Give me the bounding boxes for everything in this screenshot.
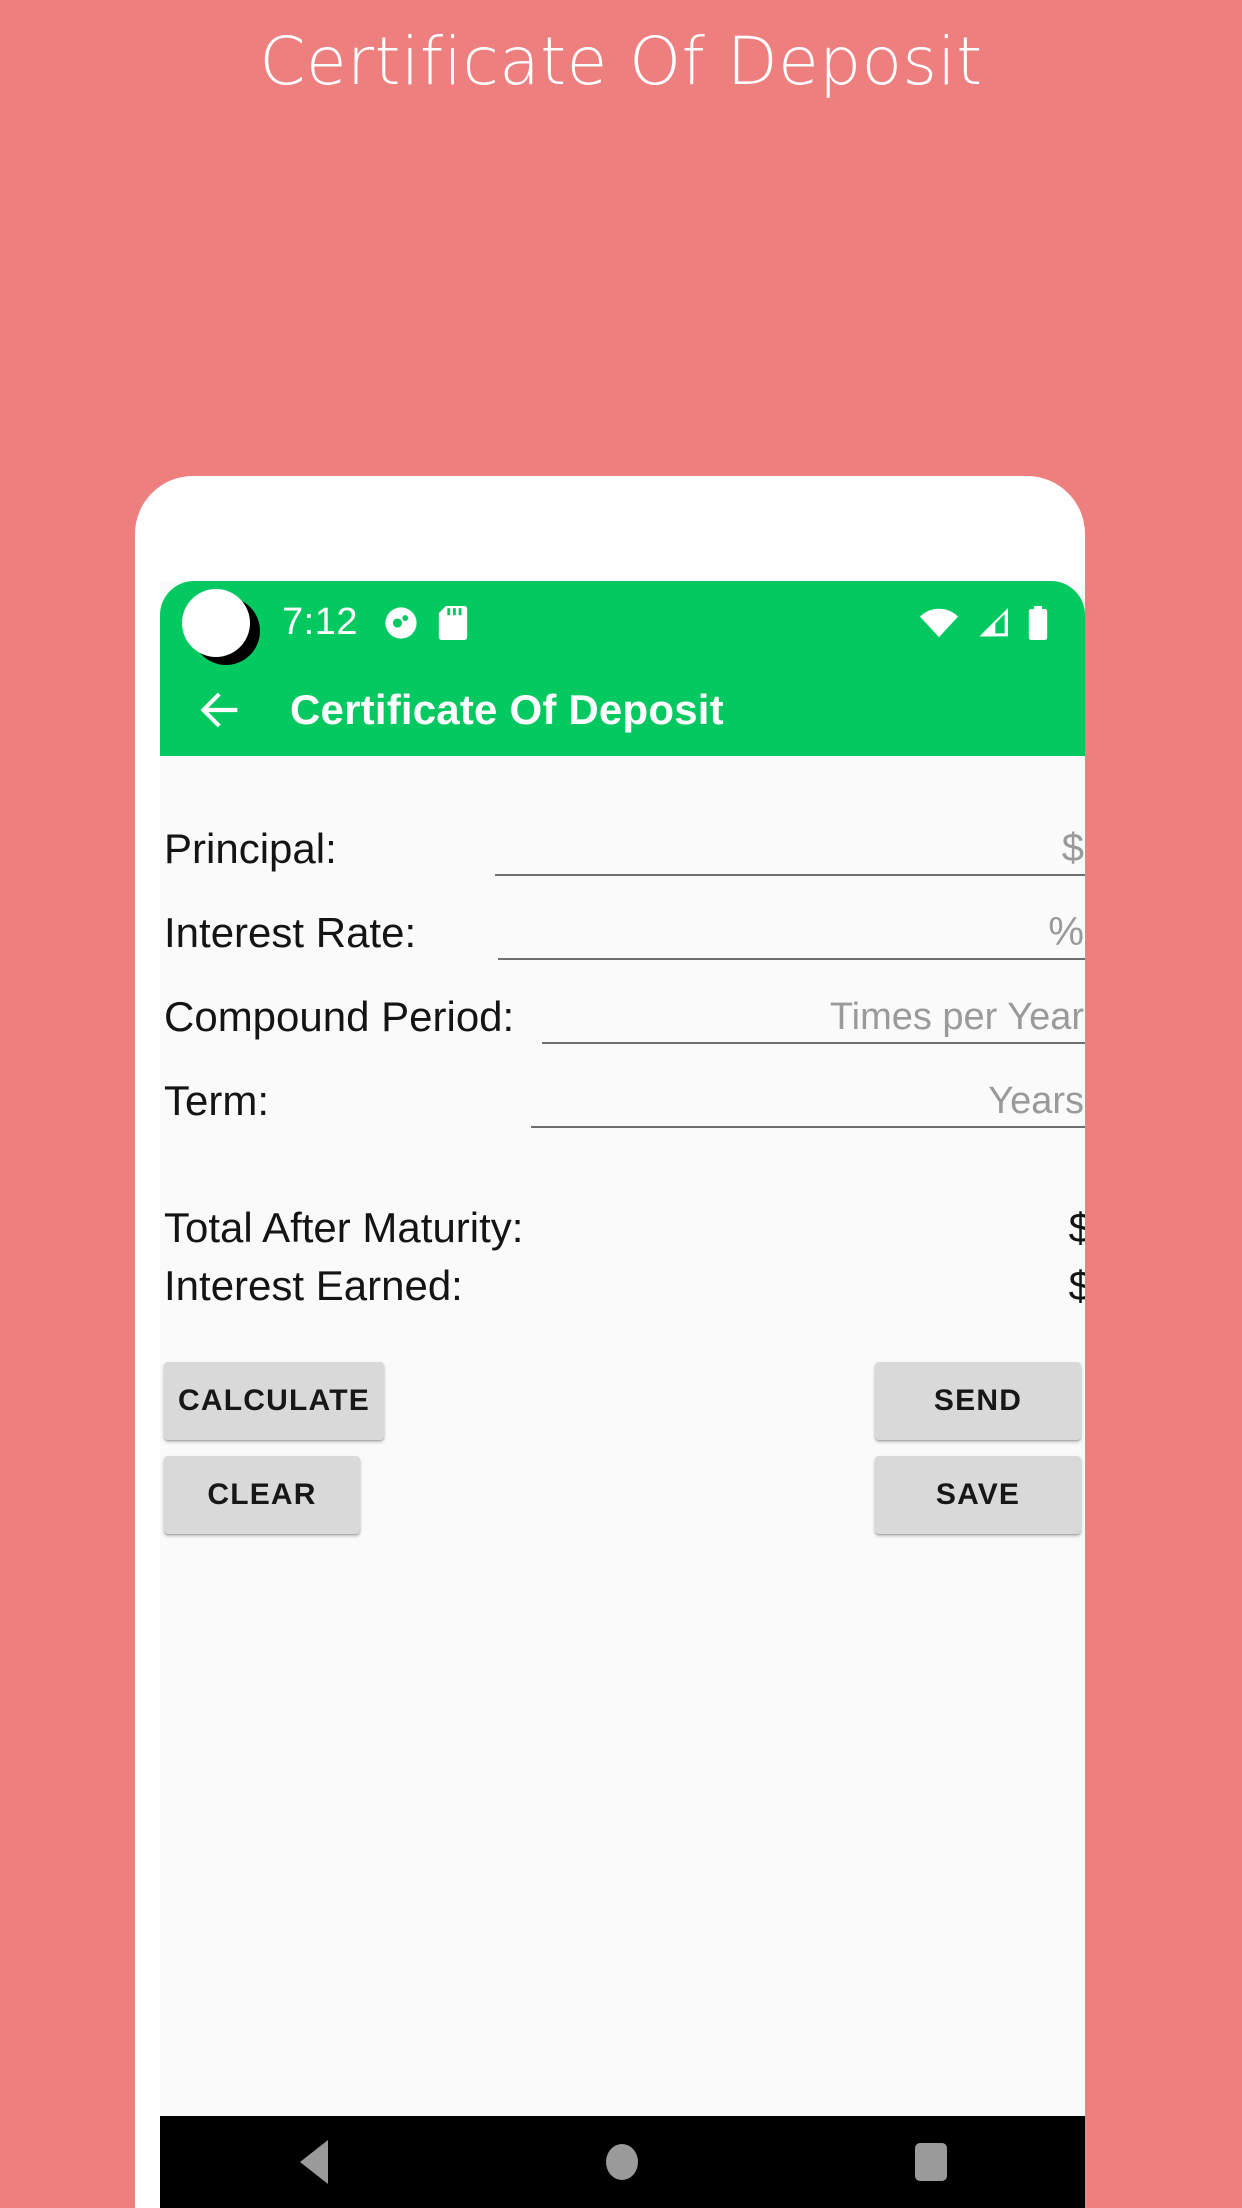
term-hint: Years xyxy=(988,1080,1084,1122)
app-bar-title: Certificate Of Deposit xyxy=(290,686,724,733)
app-circle-icon xyxy=(385,606,417,639)
results-section: Total After Maturity: $ Interest Earned:… xyxy=(160,1204,1085,1320)
android-navigation-bar xyxy=(160,2116,1085,2208)
compound-period-hint: Times per Year xyxy=(829,996,1084,1038)
nav-back-button[interactable] xyxy=(254,2116,374,2208)
total-after-maturity-value: $ xyxy=(1068,1204,1085,1251)
status-bar: 7:12 xyxy=(160,581,1085,665)
app-bar: Certificate Of Deposit xyxy=(160,664,1085,756)
back-triangle-icon xyxy=(300,2140,329,2184)
result-row-interest-earned: Interest Earned: $ xyxy=(164,1262,1085,1320)
status-bar-notification-icons xyxy=(384,605,468,640)
principal-label: Principal: xyxy=(164,825,337,872)
page-title: Certificate Of Deposit xyxy=(259,23,983,100)
arrow-left-icon[interactable] xyxy=(194,684,246,736)
status-bar-system-icons xyxy=(919,605,1085,640)
action-buttons: CALCULATE SEND CLEAR SAVE xyxy=(160,1362,1085,1534)
principal-hint: $ xyxy=(1061,826,1084,870)
principal-input[interactable]: $ xyxy=(494,816,1085,876)
interest-rate-hint: % xyxy=(1048,910,1084,954)
action-buttons-row-1: CALCULATE SEND xyxy=(164,1362,1081,1440)
signal-icon xyxy=(979,607,1008,636)
save-button[interactable]: SAVE xyxy=(875,1456,1081,1534)
field-row-interest-rate: Interest Rate: % xyxy=(160,876,1085,960)
input-form: Principal: $ Interest Rate: % Compound P… xyxy=(160,756,1085,1128)
field-row-term: Term: Years xyxy=(160,1044,1085,1128)
interest-rate-label: Interest Rate: xyxy=(164,909,417,956)
compound-period-input[interactable]: Times per Year xyxy=(542,984,1085,1044)
sd-card-icon xyxy=(438,605,468,640)
interest-rate-input[interactable]: % xyxy=(498,900,1085,960)
nav-recents-button[interactable] xyxy=(871,2116,991,2208)
action-buttons-row-2: CLEAR SAVE xyxy=(164,1456,1081,1534)
total-after-maturity-label: Total After Maturity: xyxy=(164,1204,524,1251)
app-screen: 7:12 Certificate Of Deposit Principal: $… xyxy=(160,581,1085,2208)
calculate-button[interactable]: CALCULATE xyxy=(164,1362,384,1440)
send-button[interactable]: SEND xyxy=(875,1362,1081,1440)
term-input[interactable]: Years xyxy=(531,1068,1085,1128)
field-row-compound-period: Compound Period: Times per Year xyxy=(160,960,1085,1044)
wifi-icon xyxy=(920,608,958,637)
field-row-principal: Principal: $ xyxy=(160,792,1085,876)
clear-button[interactable]: CLEAR xyxy=(164,1456,360,1534)
battery-icon xyxy=(1028,605,1048,640)
camera-notch-icon xyxy=(182,588,260,665)
interest-earned-value: $ xyxy=(1068,1262,1085,1309)
compound-period-label: Compound Period: xyxy=(164,993,515,1040)
recents-square-icon xyxy=(914,2143,947,2181)
nav-home-button[interactable] xyxy=(562,2116,682,2208)
home-circle-icon xyxy=(606,2144,639,2180)
term-label: Term: xyxy=(164,1077,269,1124)
status-bar-clock: 7:12 xyxy=(282,601,358,643)
interest-earned-label: Interest Earned: xyxy=(164,1262,463,1309)
result-row-total-after-maturity: Total After Maturity: $ xyxy=(164,1204,1085,1262)
